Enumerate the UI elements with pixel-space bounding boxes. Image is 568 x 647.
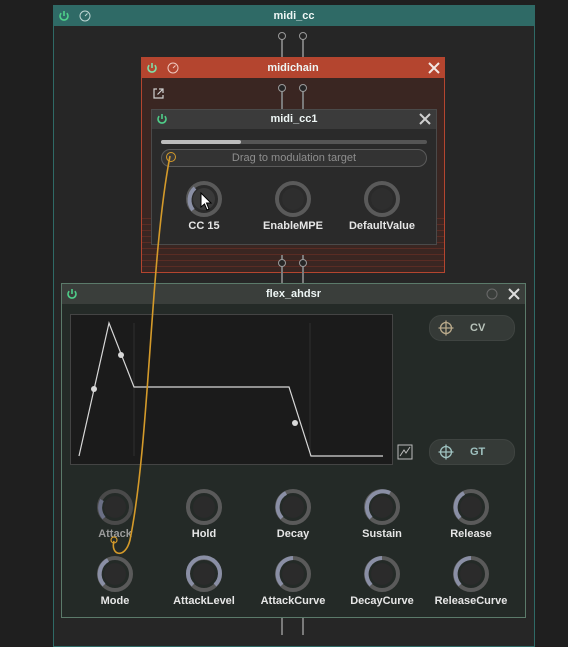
knob-mode[interactable]: Mode [75, 555, 155, 607]
value-progress-bar [161, 140, 427, 144]
knob-dial[interactable] [96, 555, 134, 593]
knob-dial[interactable] [274, 488, 312, 526]
modulation-drag-bar[interactable]: Drag to modulation target [161, 149, 427, 167]
knob-dial[interactable] [185, 488, 223, 526]
knob-dial[interactable] [452, 555, 490, 593]
midi-cc1-module: midi_cc1 Drag to modulation target CC 15… [151, 109, 437, 245]
midi-cc1-title: midi_cc1 [270, 113, 318, 125]
envelope-handle[interactable] [292, 420, 298, 426]
envelope-handle[interactable] [91, 386, 97, 392]
knob-attack-curve[interactable]: AttackCurve [253, 555, 333, 607]
knob-dial[interactable] [274, 555, 312, 593]
gt-output[interactable]: GT [429, 439, 515, 465]
mouse-cursor-icon [200, 192, 213, 211]
knob-label: DefaultValue [348, 220, 416, 232]
modulation-output-port[interactable] [166, 152, 176, 162]
knob-label: EnableMPE [263, 220, 323, 232]
knob-release-curve[interactable]: ReleaseCurve [431, 555, 511, 607]
knob-attack-level[interactable]: AttackLevel [164, 555, 244, 607]
knob-dial[interactable] [363, 555, 401, 593]
knob-dial[interactable] [452, 488, 490, 526]
knob-label: Release [450, 528, 492, 540]
curve-edit-icon[interactable] [397, 444, 413, 465]
input-port[interactable] [278, 32, 286, 40]
flex-ahdsr-module: flex_ahdsr CV GT Attack Hold Decay Susta… [61, 283, 526, 618]
knob-sustain[interactable]: Sustain [342, 488, 422, 540]
midi-cc1-header: midi_cc1 [152, 110, 436, 129]
crosshair-icon [438, 320, 454, 336]
cv-label: CV [470, 322, 486, 334]
flex-ahdsr-title: flex_ahdsr [265, 288, 322, 300]
output-port[interactable] [299, 259, 307, 267]
midichain-header: midichain [142, 58, 444, 78]
knob-decay[interactable]: Decay [253, 488, 333, 540]
knob-label: Hold [191, 528, 217, 540]
cable-rail [281, 617, 283, 635]
knob-dial[interactable] [363, 180, 401, 218]
knob-decay-curve[interactable]: DecayCurve [342, 555, 422, 607]
close-icon[interactable] [427, 61, 441, 75]
cv-output[interactable]: CV [429, 315, 515, 341]
knob-dial[interactable] [185, 555, 223, 593]
knob-default-value[interactable]: DefaultValue [342, 180, 422, 232]
bypass-icon[interactable] [486, 288, 498, 300]
knob-label: CC 15 [188, 220, 220, 232]
gt-label: GT [470, 446, 486, 458]
envelope-graph[interactable] [71, 315, 392, 464]
knob-label: DecayCurve [350, 595, 414, 607]
envelope-handle[interactable] [118, 352, 124, 358]
knob-label: Decay [276, 528, 310, 540]
midi-cc-title: midi_cc [273, 10, 315, 22]
knob-label: Attack [98, 528, 132, 540]
knob-dial[interactable] [363, 488, 401, 526]
flex-ahdsr-header: flex_ahdsr [62, 284, 525, 304]
knob-label: AttackCurve [260, 595, 326, 607]
knob-release[interactable]: Release [431, 488, 511, 540]
input-port[interactable] [299, 32, 307, 40]
knob-label: Sustain [362, 528, 402, 540]
knob-label: ReleaseCurve [434, 595, 508, 607]
knob-label: AttackLevel [173, 595, 235, 607]
knob-dial[interactable] [96, 488, 134, 526]
knob-attack[interactable]: Attack [75, 488, 155, 540]
midichain-title: midichain [267, 62, 319, 74]
output-port[interactable] [278, 259, 286, 267]
input-port[interactable] [278, 84, 286, 92]
knob-label: Mode [100, 595, 130, 607]
input-port[interactable] [299, 84, 307, 92]
knob-enable-mpe[interactable]: EnableMPE [253, 180, 333, 232]
close-icon[interactable] [418, 112, 432, 126]
knob-dial[interactable] [274, 180, 312, 218]
midi-cc-header: midi_cc [54, 6, 534, 26]
envelope-display[interactable] [70, 314, 393, 465]
crosshair-icon [438, 444, 454, 460]
progress-fill [161, 140, 241, 144]
knob-hold[interactable]: Hold [164, 488, 244, 540]
cable-rail [302, 617, 304, 635]
open-external-icon[interactable] [152, 87, 165, 100]
close-icon[interactable] [507, 287, 521, 301]
